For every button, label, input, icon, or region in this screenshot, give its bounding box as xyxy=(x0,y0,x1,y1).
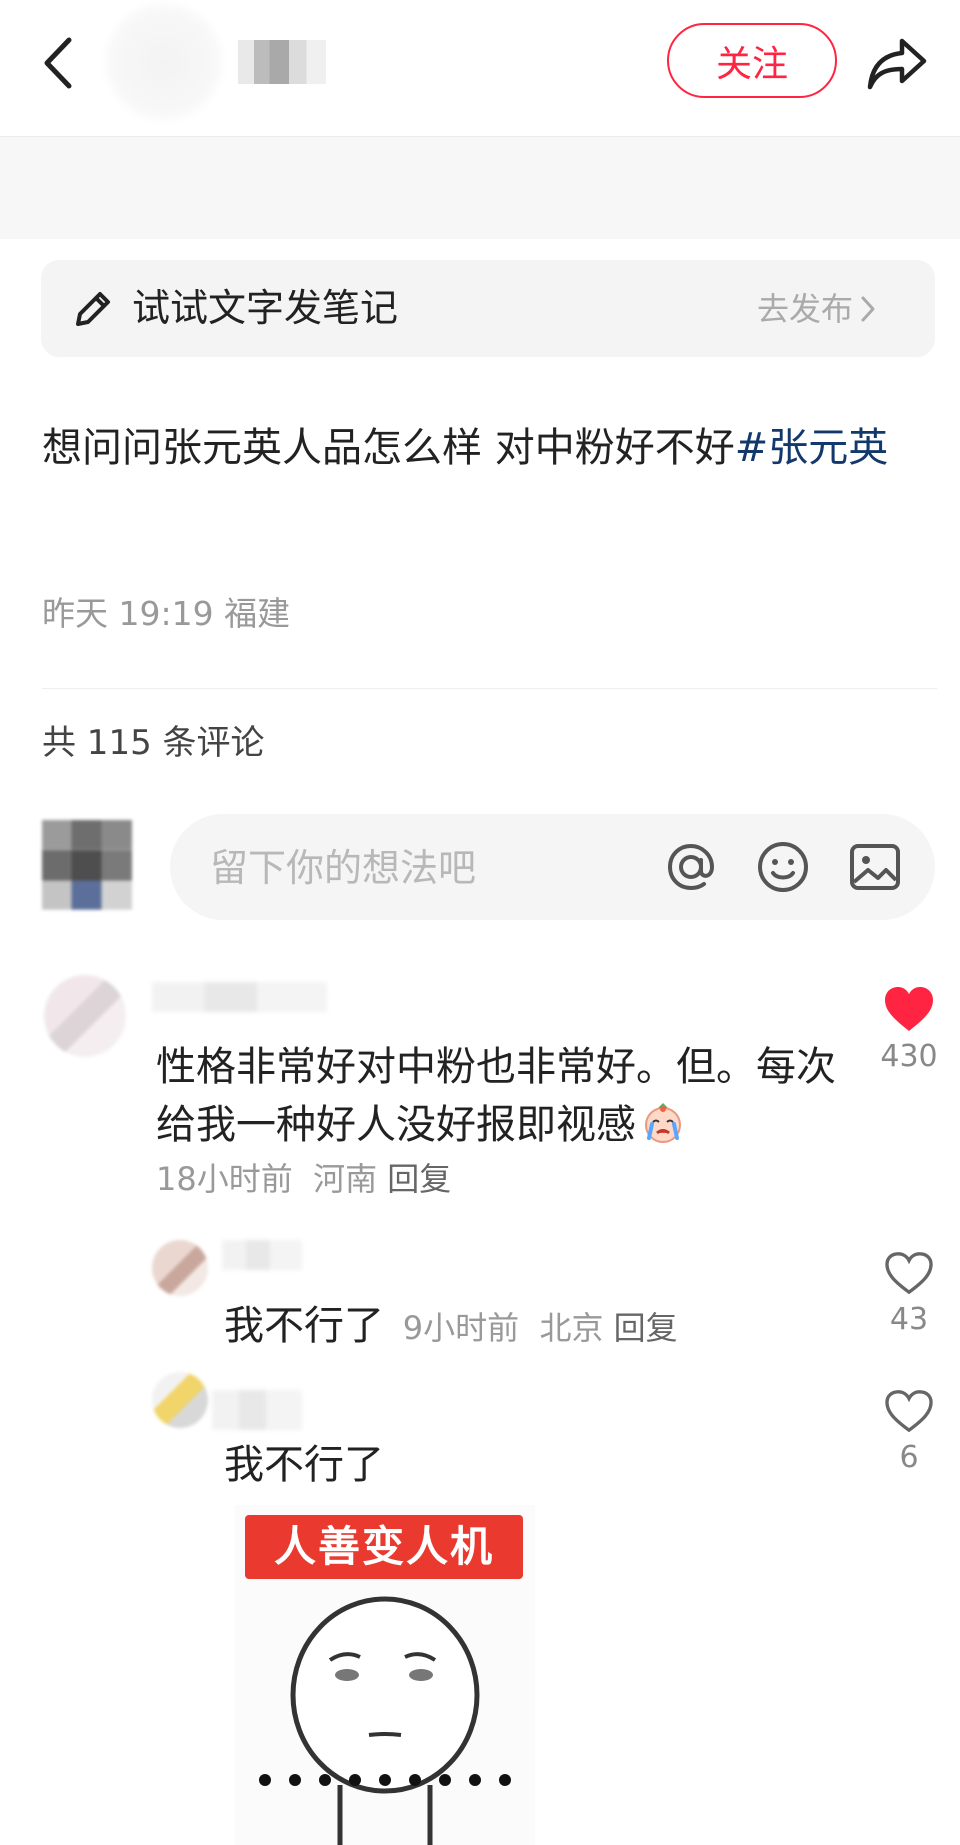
like-count: 430 xyxy=(880,1039,938,1074)
commenter-avatar[interactable] xyxy=(44,975,126,1057)
comment-count: 共 115 条评论 xyxy=(42,723,265,763)
go-publish-label: 去发布 xyxy=(757,290,854,328)
reply-name-blurred[interactable] xyxy=(212,1390,302,1430)
post-content: 想问问张元英人品怎么样 对中粉好不好#张元英 xyxy=(42,416,942,480)
reply-text-content: 我不行了 xyxy=(224,1303,384,1349)
like-count: 43 xyxy=(889,1302,929,1337)
comment-input-placeholder: 留下你的想法吧 xyxy=(210,846,477,890)
reply-time: 9小时前 xyxy=(402,1309,520,1347)
media-area-placeholder xyxy=(0,137,960,239)
go-publish-link[interactable]: 去发布 xyxy=(757,286,877,332)
heart-filled-icon xyxy=(885,987,933,1031)
comment-location: 河南 xyxy=(313,1160,378,1198)
comment-meta: 18小时前 河南 回复 xyxy=(156,1156,451,1202)
reply-avatar[interactable] xyxy=(152,1240,208,1296)
comment-text: 性格非常好对中粉也非常好。但。每次给我一种好人没好报即视感 xyxy=(156,1038,836,1154)
pencil-icon xyxy=(70,286,116,332)
at-icon[interactable] xyxy=(662,838,720,896)
comment-text-content: 性格非常好对中粉也非常好。但。每次给我一种好人没好报即视感 xyxy=(156,1044,836,1148)
like-button[interactable]: 43 xyxy=(879,1250,939,1340)
emoji-smile-icon[interactable] xyxy=(754,838,812,896)
author-avatar[interactable] xyxy=(112,10,216,114)
reply-button[interactable]: 回复 xyxy=(614,1309,678,1347)
reply-text: 我不行了 9小时前 北京 回复 xyxy=(224,1297,678,1355)
follow-button[interactable]: 关注 xyxy=(667,23,837,98)
author-name-blurred[interactable] xyxy=(238,40,326,84)
like-button[interactable]: 430 xyxy=(879,985,939,1077)
reply-location: 北京 xyxy=(539,1309,604,1347)
meme-caption: 人善变人机 xyxy=(245,1515,523,1579)
my-avatar xyxy=(42,820,132,910)
post-text: 想问问张元英人品怎么样 对中粉好不好 xyxy=(42,425,735,471)
reply-name-blurred[interactable] xyxy=(222,1240,302,1270)
try-text-note-label: 试试文字发笔记 xyxy=(132,286,399,330)
comment-time: 18小时前 xyxy=(156,1160,293,1198)
reply-meta: 9小时前 北京 回复 xyxy=(403,1309,678,1347)
image-icon[interactable] xyxy=(846,838,904,896)
chevron-right-icon xyxy=(861,296,875,322)
crying-face-icon xyxy=(645,1103,681,1143)
back-button[interactable] xyxy=(30,28,86,98)
post-hashtag[interactable]: #张元英 xyxy=(735,425,889,471)
heart-outline-icon xyxy=(885,1390,933,1433)
reply-button[interactable]: 回复 xyxy=(387,1160,451,1198)
share-button[interactable] xyxy=(862,28,932,98)
like-count: 6 xyxy=(899,1440,919,1475)
like-button[interactable]: 6 xyxy=(879,1388,939,1478)
share-arrow-icon xyxy=(867,38,927,90)
reply-avatar[interactable] xyxy=(152,1372,208,1428)
commenter-name-blurred[interactable] xyxy=(152,982,327,1012)
post-meta: 昨天 19:19 福建 xyxy=(42,594,291,633)
divider xyxy=(42,688,937,689)
heart-outline-icon xyxy=(885,1252,933,1295)
chevron-left-icon xyxy=(44,37,72,89)
reply-text: 我不行了 xyxy=(224,1442,384,1488)
meme-face-drawing xyxy=(259,1596,511,1845)
